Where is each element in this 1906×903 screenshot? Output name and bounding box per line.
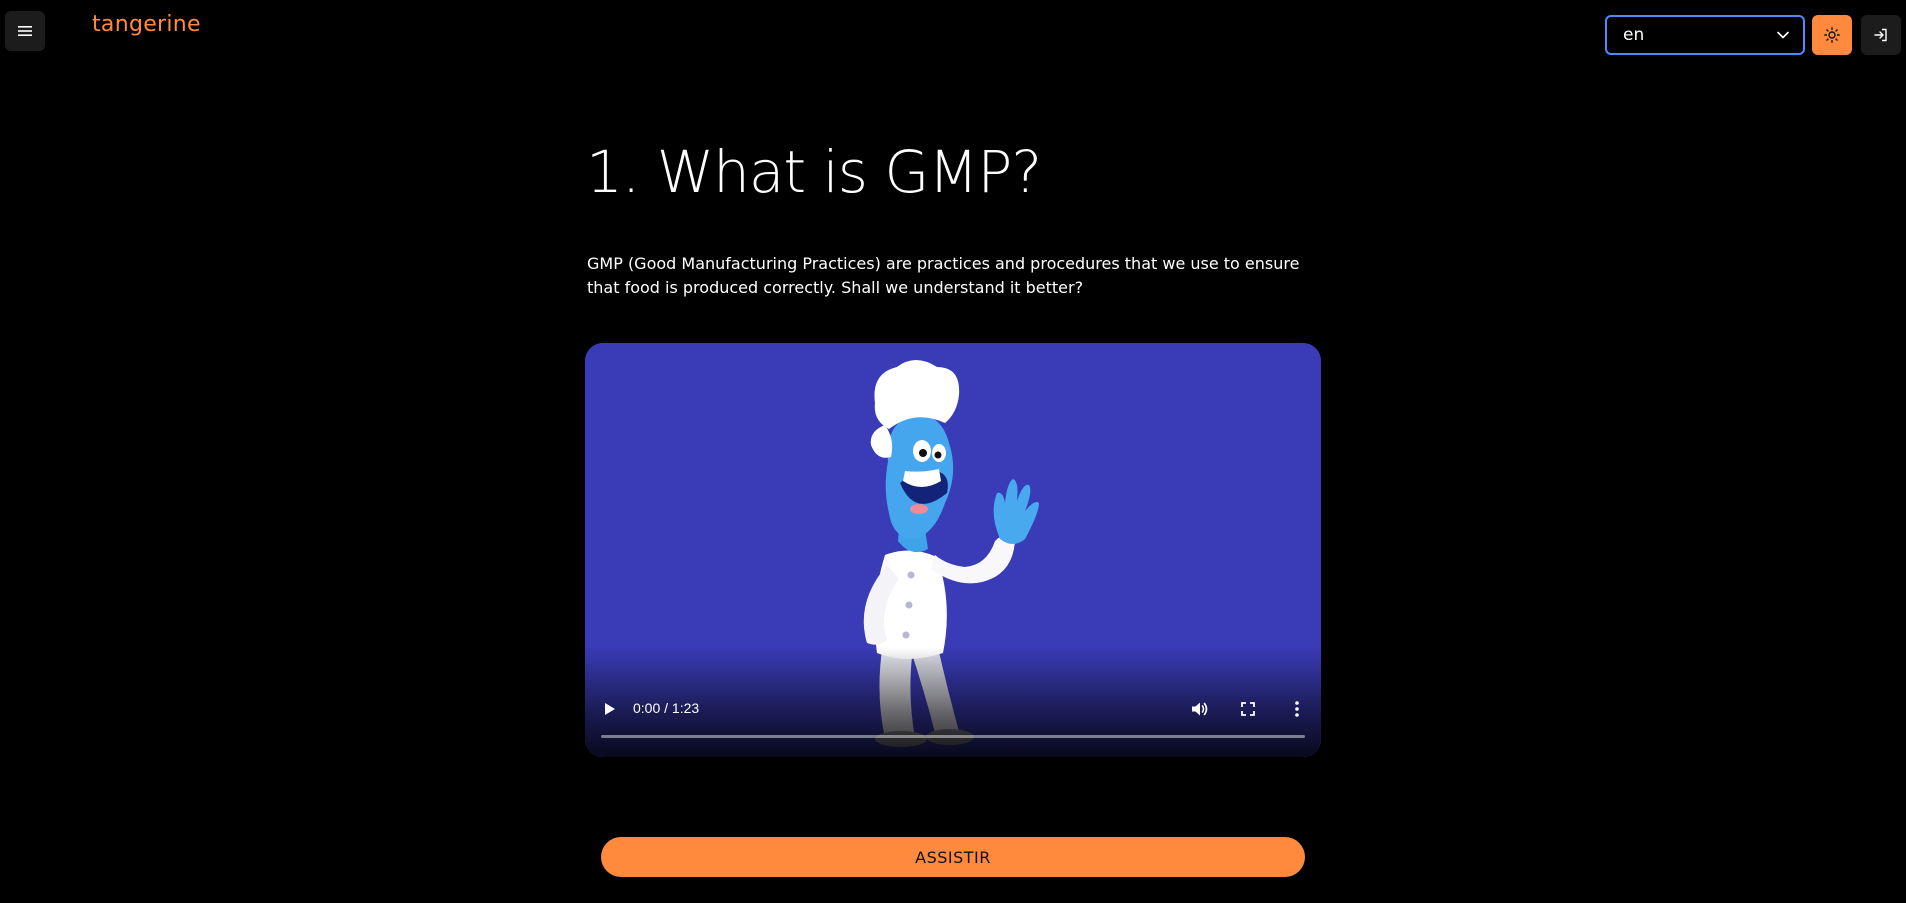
video-player[interactable]: 0:00 / 1:23	[585, 343, 1321, 757]
menu-button[interactable]	[5, 11, 45, 51]
sun-icon	[1824, 27, 1840, 43]
lesson-intro: GMP (Good Manufacturing Practices) are p…	[587, 254, 1300, 297]
more-vertical-icon	[1295, 701, 1299, 717]
language-select-value: en	[1623, 25, 1645, 45]
video-progress-bar[interactable]	[601, 735, 1305, 738]
theme-toggle-button[interactable]	[1812, 15, 1852, 55]
logout-icon	[1874, 28, 1887, 42]
language-select[interactable]: en	[1605, 15, 1805, 55]
logout-button[interactable]	[1861, 15, 1901, 55]
chevron-down-icon	[1777, 31, 1789, 39]
video-time: 0:00 / 1:23	[633, 700, 700, 716]
fullscreen-icon	[1241, 702, 1255, 716]
play-button[interactable]	[597, 696, 623, 722]
volume-button[interactable]	[1187, 696, 1213, 722]
more-options-button[interactable]	[1284, 696, 1310, 722]
fullscreen-button[interactable]	[1235, 696, 1261, 722]
play-icon	[605, 703, 615, 715]
hamburger-menu-icon	[18, 26, 32, 36]
assistir-button[interactable]: ASSISTIR	[601, 837, 1305, 877]
volume-icon	[1192, 702, 1208, 716]
page-title: 1. What is GMP?	[586, 138, 1042, 206]
logo[interactable]: tangerine	[92, 12, 201, 37]
video-controls: 0:00 / 1:23	[585, 687, 1321, 757]
